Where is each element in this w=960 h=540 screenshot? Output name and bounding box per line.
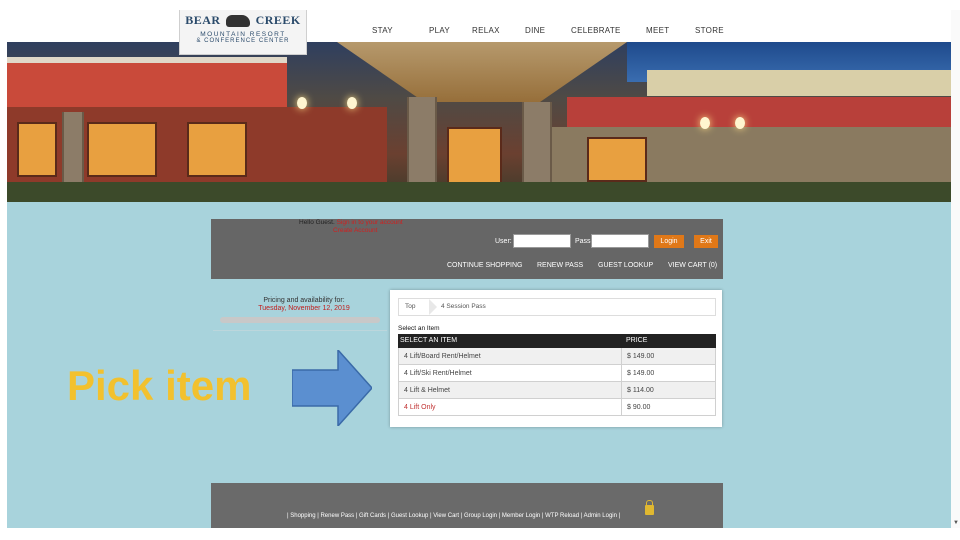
- hero-ground: [7, 182, 951, 202]
- create-account-link[interactable]: Create Account: [299, 227, 377, 234]
- guest-lookup-link[interactable]: GUEST LOOKUP: [598, 262, 653, 269]
- item-name[interactable]: 4 Lift/Board Rent/Helmet: [404, 353, 481, 360]
- table-row[interactable]: 4 Lift & Helmet $ 114.00: [398, 382, 716, 399]
- table-row[interactable]: 4 Lift/Board Rent/Helmet $ 149.00: [398, 348, 716, 365]
- select-item-label: Select an Item: [398, 325, 440, 332]
- item-name[interactable]: 4 Lift & Helmet: [404, 387, 450, 394]
- right-arrow-icon: [292, 350, 372, 426]
- renew-pass-link[interactable]: RENEW PASS: [537, 262, 583, 269]
- divider: [213, 330, 387, 331]
- scroll-down-icon[interactable]: ▼: [953, 520, 959, 526]
- logo-brand-left: BEAR: [185, 13, 221, 27]
- item-name[interactable]: 4 Lift Only: [404, 404, 436, 411]
- nav-play[interactable]: PLAY: [429, 26, 450, 35]
- sign-in-link[interactable]: Sign in to your account: [337, 219, 403, 226]
- resort-logo[interactable]: BEAR CREEK MOUNTAIN RESORT & CONFERENCE …: [179, 10, 307, 55]
- breadcrumb-current: 4 Session Pass: [441, 303, 486, 310]
- nav-dine[interactable]: DINE: [525, 26, 545, 35]
- hero-window: [187, 122, 247, 177]
- item-price: $ 90.00: [627, 404, 651, 411]
- password-input[interactable]: [591, 234, 649, 248]
- scrollbar[interactable]: ▼: [951, 10, 960, 528]
- nav-stay[interactable]: STAY: [372, 26, 393, 35]
- table-row[interactable]: 4 Lift/Ski Rent/Helmet $ 149.00: [398, 365, 716, 382]
- hero-upper-facade: [647, 70, 951, 96]
- hero-lamp: [700, 117, 710, 129]
- exit-button[interactable]: Exit: [694, 235, 718, 248]
- annotation-text: Pick item: [67, 362, 252, 409]
- item-price: $ 114.00: [627, 387, 654, 394]
- hero-roof-right: [567, 97, 951, 127]
- breadcrumb-separator-icon: [429, 299, 437, 315]
- pricing-bar: [220, 317, 380, 323]
- top-nav-bar: STAY PLAY RELAX DINE CELEBRATE MEET STOR…: [7, 10, 951, 42]
- items-table: SELECT AN ITEM PRICE 4 Lift/Board Rent/H…: [398, 334, 716, 416]
- user-label: User:: [495, 238, 512, 245]
- logo-brand-right: CREEK: [255, 13, 301, 27]
- cell-divider: [621, 382, 622, 399]
- view-cart-link[interactable]: VIEW CART (0): [668, 262, 717, 269]
- table-row[interactable]: 4 Lift Only $ 90.00: [398, 399, 716, 416]
- pricing-label: Pricing and availability for:: [263, 297, 345, 304]
- pricing-date[interactable]: Tuesday, November 12, 2019: [217, 305, 391, 313]
- account-panel: Hello Guest. Sign in to your account Cre…: [211, 219, 723, 279]
- pass-label: Pass:: [575, 238, 593, 245]
- login-button[interactable]: Login: [654, 235, 684, 248]
- logo-brand: BEAR CREEK: [180, 13, 306, 28]
- hero-roof-left: [7, 57, 287, 107]
- continue-shopping-link[interactable]: CONTINUE SHOPPING: [447, 262, 522, 269]
- footer: | Shopping | Renew Pass | Gift Cards | G…: [211, 483, 723, 528]
- browser-viewport: STAY PLAY RELAX DINE CELEBRATE MEET STOR…: [7, 10, 951, 528]
- welcome-prefix: Hello Guest.: [299, 219, 335, 226]
- hero-image: [7, 42, 951, 202]
- hero-timber-canopy: [337, 42, 627, 102]
- nav-celebrate[interactable]: CELEBRATE: [571, 26, 621, 35]
- logo-line2: & CONFERENCE CENTER: [196, 38, 290, 44]
- nav-store[interactable]: STORE: [695, 26, 724, 35]
- hero-lamp: [735, 117, 745, 129]
- cell-divider: [621, 399, 622, 416]
- cell-divider: [621, 348, 622, 365]
- breadcrumb-top[interactable]: Top: [405, 303, 415, 310]
- hero-lamp: [347, 97, 357, 109]
- hero-window: [17, 122, 57, 177]
- col-item-header: SELECT AN ITEM: [400, 337, 458, 344]
- hero-lamp: [297, 97, 307, 109]
- footer-links[interactable]: | Shopping | Renew Pass | Gift Cards | G…: [287, 513, 620, 519]
- nav-relax[interactable]: RELAX: [472, 26, 500, 35]
- nav-meet[interactable]: MEET: [646, 26, 669, 35]
- hero-entrance-door: [447, 127, 502, 187]
- table-header: SELECT AN ITEM PRICE: [398, 334, 716, 348]
- pricing-info: Pricing and availability for: Tuesday, N…: [217, 297, 391, 313]
- lock-icon: [645, 500, 654, 515]
- bear-icon: [226, 15, 251, 28]
- hero-window: [87, 122, 157, 177]
- breadcrumb: Top 4 Session Pass: [398, 298, 716, 316]
- hero-stone-pillar: [62, 112, 84, 192]
- welcome-message: Hello Guest. Sign in to your account Cre…: [299, 219, 403, 235]
- item-name[interactable]: 4 Lift/Ski Rent/Helmet: [404, 370, 472, 377]
- logo-line1: MOUNTAIN RESORT: [200, 31, 286, 38]
- hero-window: [587, 137, 647, 182]
- page: STAY PLAY RELAX DINE CELEBRATE MEET STOR…: [0, 0, 960, 540]
- item-price: $ 149.00: [627, 370, 655, 377]
- user-input[interactable]: [513, 234, 571, 248]
- item-price: $ 149.00: [627, 353, 655, 360]
- col-price-header: PRICE: [626, 337, 648, 344]
- item-selection-card: Top 4 Session Pass Select an Item SELECT…: [390, 290, 722, 427]
- cell-divider: [621, 365, 622, 382]
